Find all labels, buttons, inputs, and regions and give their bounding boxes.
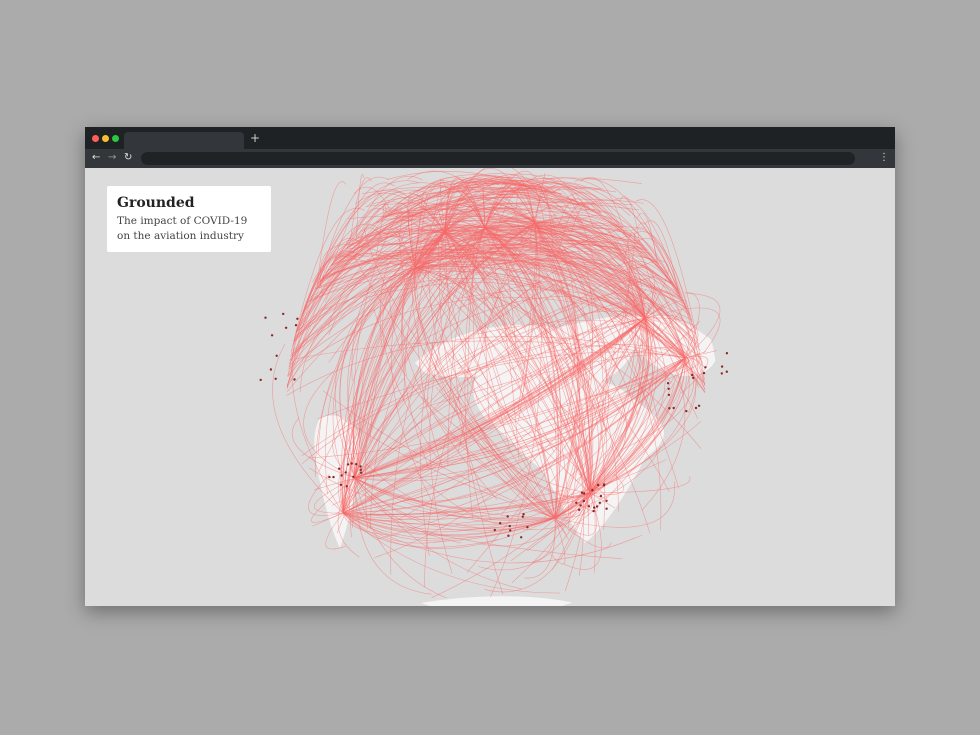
airport-dot bbox=[667, 393, 671, 397]
airport-dot bbox=[355, 463, 358, 466]
airport-dot bbox=[293, 378, 296, 381]
reload-button[interactable]: ↻ bbox=[124, 151, 132, 165]
airport-dot bbox=[522, 513, 525, 516]
airport-dot bbox=[593, 506, 596, 509]
browser-tab[interactable] bbox=[124, 132, 244, 149]
airport-dot bbox=[507, 534, 510, 537]
close-window-icon[interactable] bbox=[92, 135, 99, 142]
back-button[interactable]: ← bbox=[92, 151, 100, 165]
airport-dot bbox=[667, 387, 670, 390]
airport-dot bbox=[499, 522, 502, 525]
airport-dot bbox=[275, 354, 278, 357]
airport-dot bbox=[346, 463, 350, 466]
airport-dot bbox=[595, 505, 599, 508]
airport-dot bbox=[493, 528, 496, 532]
browser-titlebar: + bbox=[85, 127, 895, 149]
title-card: Grounded The impact of COVID-19 on the a… bbox=[107, 186, 271, 252]
airport-dot bbox=[360, 471, 363, 474]
airport-dot bbox=[520, 536, 523, 539]
airport-dot bbox=[328, 475, 331, 479]
airport-dot bbox=[725, 370, 728, 373]
airport-dot bbox=[282, 312, 285, 316]
maximize-window-icon[interactable] bbox=[112, 135, 119, 142]
airport-dot bbox=[350, 462, 353, 465]
airport-dot bbox=[579, 504, 582, 507]
airport-dot bbox=[339, 483, 343, 486]
airport-dot bbox=[685, 409, 688, 413]
airport-dot bbox=[259, 378, 262, 382]
airport-dot bbox=[582, 499, 586, 503]
airport-dot bbox=[294, 324, 298, 327]
airport-dot bbox=[284, 326, 288, 329]
airport-dot bbox=[672, 406, 675, 410]
airport-dot bbox=[580, 491, 584, 494]
airport-dot bbox=[702, 371, 706, 375]
airport-dot bbox=[704, 366, 707, 369]
airport-dot bbox=[592, 509, 595, 513]
airport-dot bbox=[269, 368, 273, 371]
airport-dot bbox=[296, 317, 299, 320]
page-subtitle: The impact of COVID-19 on the aviation i… bbox=[117, 215, 248, 242]
address-bar[interactable] bbox=[141, 152, 855, 165]
airport-dot bbox=[508, 524, 511, 528]
airport-dot bbox=[338, 467, 341, 470]
airport-dot bbox=[666, 382, 670, 385]
airport-dot bbox=[720, 365, 724, 368]
airport-dot bbox=[526, 526, 529, 529]
airport-dot bbox=[605, 507, 608, 510]
airport-dot bbox=[605, 499, 608, 502]
airport-dot bbox=[264, 316, 267, 319]
airport-dot bbox=[591, 489, 594, 492]
airport-dot bbox=[344, 471, 347, 474]
airport-dot bbox=[506, 515, 509, 518]
page-content: Grounded The impact of COVID-19 on the a… bbox=[85, 168, 895, 606]
airport-dot bbox=[583, 492, 586, 495]
page-title: Grounded bbox=[117, 195, 195, 211]
airport-dot bbox=[345, 485, 348, 488]
airport-dot bbox=[602, 483, 606, 486]
forward-button[interactable]: → bbox=[108, 151, 116, 165]
airport-dot bbox=[692, 376, 695, 380]
airport-dot bbox=[694, 406, 698, 410]
airport-dot bbox=[509, 529, 512, 532]
browser-menu-button[interactable]: ⋮ bbox=[879, 151, 889, 165]
airport-dot bbox=[270, 334, 274, 337]
new-tab-button[interactable]: + bbox=[250, 130, 260, 146]
browser-toolbar: ← → ↻ ⋮ bbox=[85, 149, 895, 168]
airport-dot bbox=[599, 494, 603, 498]
minimize-window-icon[interactable] bbox=[102, 135, 109, 142]
airport-dot bbox=[332, 475, 335, 479]
airport-dot bbox=[668, 407, 671, 410]
airport-dot bbox=[598, 501, 601, 504]
airport-dot bbox=[274, 377, 277, 380]
browser-window: + ← → ↻ ⋮ Grounded The impact of COVID-1… bbox=[85, 127, 895, 606]
airport-dot bbox=[340, 474, 343, 477]
airport-dot bbox=[577, 508, 581, 511]
airport-dot bbox=[521, 515, 524, 518]
airport-dot bbox=[575, 501, 578, 504]
airport-dot bbox=[359, 468, 362, 471]
airport-dot bbox=[352, 475, 355, 478]
airport-dot bbox=[720, 372, 723, 375]
airport-dot bbox=[587, 505, 591, 508]
airport-dot bbox=[725, 352, 729, 355]
airport-dot bbox=[596, 483, 600, 487]
airport-dot bbox=[359, 465, 362, 468]
airport-dot bbox=[697, 404, 701, 407]
airport-dot bbox=[691, 373, 694, 377]
